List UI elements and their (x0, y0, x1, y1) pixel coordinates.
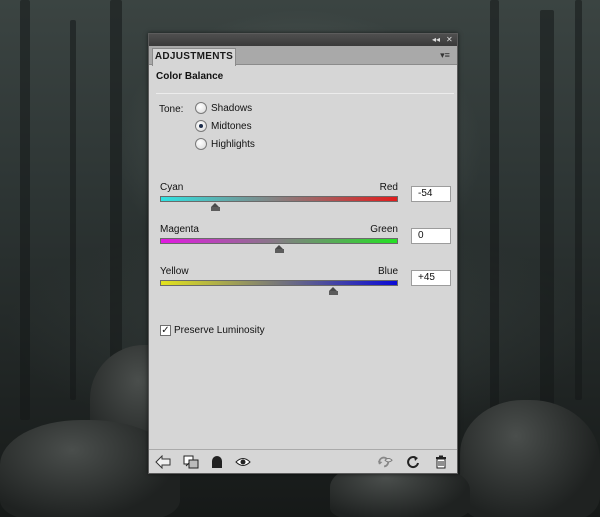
reset-icon[interactable] (405, 454, 421, 470)
value-input[interactable]: 0 (411, 228, 451, 244)
view-previous-state-icon[interactable] (377, 454, 393, 470)
preserve-luminosity[interactable]: ✓ Preserve Luminosity (160, 325, 265, 336)
radio-button[interactable] (195, 138, 207, 150)
slider-thumb[interactable] (275, 245, 284, 253)
tree-trunk (70, 20, 76, 400)
clip-to-layer-icon[interactable] (183, 454, 199, 470)
close-icon[interactable]: ✕ (446, 34, 453, 46)
rock (460, 400, 600, 517)
radio-highlights[interactable]: Highlights (195, 137, 255, 151)
value-input[interactable]: +45 (411, 270, 451, 286)
preserve-luminosity-checkbox[interactable]: ✓ (160, 325, 171, 336)
layer-visibility-mask-icon[interactable] (209, 454, 225, 470)
tab-adjustments[interactable]: ADJUSTMENTS (152, 48, 236, 66)
value-input[interactable]: -54 (411, 186, 451, 202)
collapse-icon[interactable]: ◂◂ (432, 34, 440, 46)
tab-row: ADJUSTMENTS ▾≡ (149, 46, 457, 66)
tree-trunk (490, 0, 499, 420)
radio-shadows[interactable]: Shadows (195, 101, 252, 115)
slider-right-label: Red (379, 182, 398, 193)
slider-left-label: Cyan (160, 182, 184, 193)
slider-right-label: Blue (377, 266, 398, 277)
adjustments-panel: ◂◂ ✕ ADJUSTMENTS ▾≡ Color Balance Tone: … (148, 33, 458, 474)
radio-midtones[interactable]: Midtones (195, 119, 252, 133)
tree-trunk (20, 0, 30, 420)
slider-left-label: Yellow (160, 266, 189, 277)
eye-icon[interactable] (235, 454, 251, 470)
slider-magenta-green: Magenta Green 0 (160, 224, 453, 260)
checkbox-label: Preserve Luminosity (174, 325, 265, 336)
return-arrow-icon[interactable] (155, 454, 171, 470)
slider-track[interactable] (160, 238, 398, 244)
slider-thumb[interactable] (328, 287, 338, 295)
panel-footer (149, 449, 457, 473)
tree-trunk (575, 0, 582, 400)
slider-track[interactable] (160, 196, 398, 202)
tree-trunk (110, 0, 122, 400)
tree-trunk (540, 10, 554, 430)
slider-yellow-blue: Yellow Blue +45 (160, 266, 453, 302)
slider-left-label: Magenta (160, 224, 199, 235)
radio-label: Midtones (211, 120, 252, 132)
slider-track[interactable] (160, 280, 398, 286)
panel-menu-icon[interactable]: ▾≡ (437, 49, 453, 61)
slider-cyan-red: Cyan Red -54 (160, 182, 453, 218)
slider-right-label: Green (370, 224, 398, 235)
divider (156, 93, 454, 94)
radio-button[interactable] (195, 120, 207, 132)
slider-thumb[interactable] (210, 203, 220, 211)
tone-label: Tone: (159, 104, 184, 115)
adjustment-title: Color Balance (156, 71, 224, 82)
radio-button[interactable] (195, 102, 207, 114)
radio-label: Shadows (211, 102, 253, 114)
panel-titlebar[interactable]: ◂◂ ✕ (149, 34, 457, 46)
radio-label: Highlights (211, 138, 255, 150)
trash-icon[interactable] (433, 454, 449, 470)
